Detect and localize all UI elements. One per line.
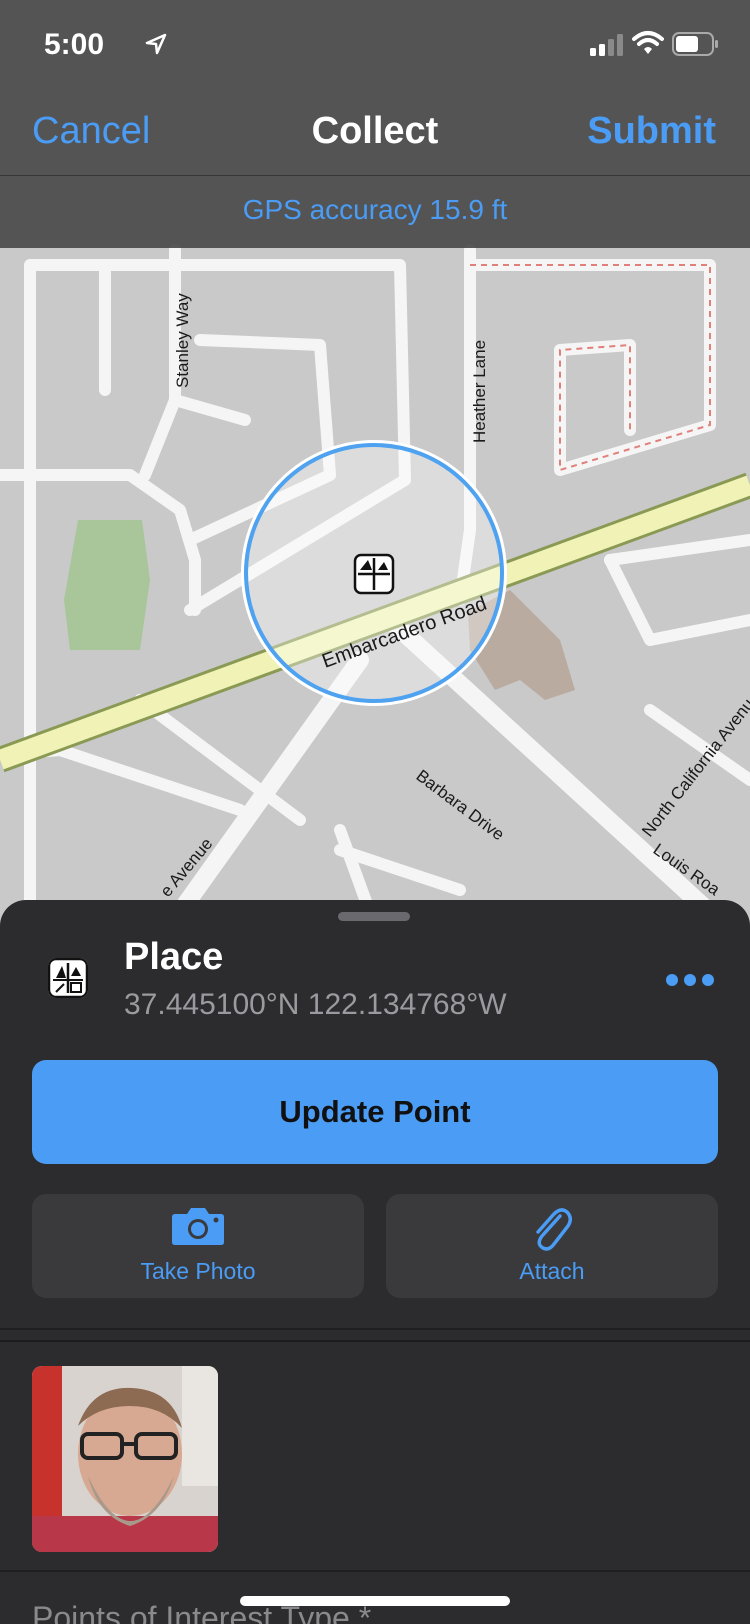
gps-accuracy-text: GPS accuracy 15.9 ft	[242, 194, 508, 225]
submit-button[interactable]: Submit	[587, 110, 716, 153]
home-indicator[interactable]	[240, 1596, 510, 1606]
more-options-icon[interactable]	[666, 974, 714, 988]
street-label-barbara: Barbara Drive	[413, 766, 508, 844]
attach-label: Attach	[519, 1258, 585, 1284]
wifi-icon	[632, 31, 664, 54]
camera-icon	[172, 1208, 224, 1245]
place-type-icon	[48, 958, 88, 998]
place-name: Place	[124, 936, 224, 978]
coordinates: 37.445100°N 122.134768°W	[124, 988, 507, 1021]
bottom-sheet: Place 37.445100°N 122.134768°W Update Po…	[0, 900, 750, 1624]
park-area	[64, 520, 150, 650]
cellular-signal-icon	[590, 34, 623, 56]
header: 5:00 Cancel Collect Submit GPS accuracy …	[0, 0, 750, 248]
status-bar: 5:00	[0, 0, 750, 90]
photo-attachment-thumbnail[interactable]	[32, 1366, 218, 1552]
person-photo	[32, 1366, 218, 1552]
battery-icon	[672, 32, 718, 56]
place-marker-icon[interactable]	[353, 553, 395, 595]
section-divider-2	[0, 1570, 750, 1572]
paperclip-icon	[536, 1208, 572, 1251]
attach-button[interactable]: Attach	[386, 1194, 718, 1298]
location-arrow-icon	[145, 33, 167, 55]
take-photo-label: Take Photo	[140, 1258, 256, 1284]
status-time: 5:00	[44, 28, 105, 61]
navigation-bar: Cancel Collect Submit	[0, 92, 750, 176]
section-divider	[0, 1328, 750, 1330]
sheet-grabber[interactable]	[338, 912, 410, 921]
update-point-button[interactable]: Update Point	[32, 1060, 718, 1164]
take-photo-button[interactable]: Take Photo	[32, 1194, 364, 1298]
street-label-stanley: Stanley Way	[173, 293, 192, 388]
street-label-heather: Heather Lane	[470, 340, 489, 443]
